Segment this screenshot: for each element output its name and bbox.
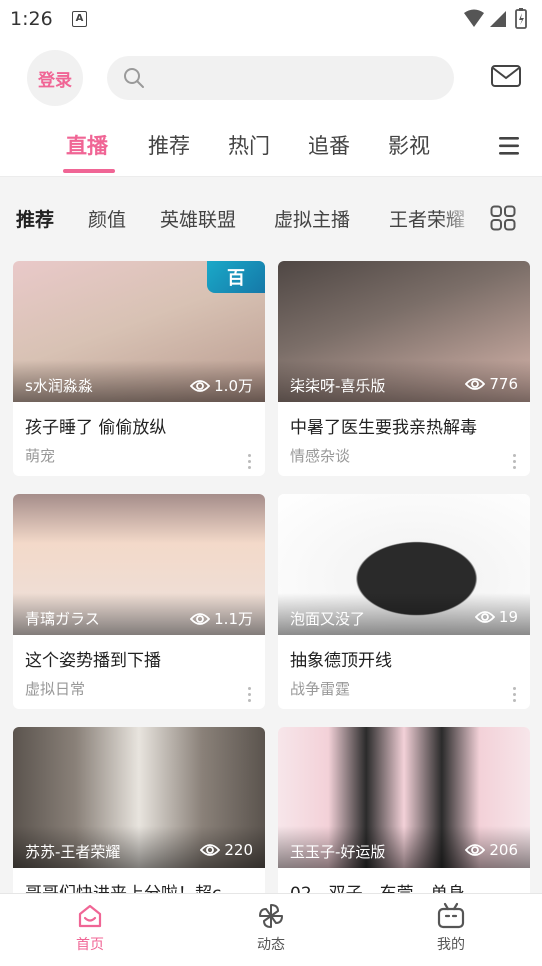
category-looks[interactable]: 颜值 bbox=[88, 205, 126, 232]
tab-recommend[interactable]: 推荐 bbox=[148, 130, 190, 160]
viewer-count-value: 206 bbox=[489, 841, 518, 859]
viewer-count: 1.0万 bbox=[190, 375, 253, 396]
top-bar: 登录 bbox=[0, 40, 542, 120]
viewer-count: 1.1万 bbox=[190, 608, 253, 629]
search-icon bbox=[123, 67, 145, 93]
grid-icon[interactable] bbox=[490, 205, 516, 235]
stream-card[interactable]: 泡面又没了 19 抽象德顶开线 战争雷霆 bbox=[278, 494, 530, 709]
viewer-count-value: 1.1万 bbox=[214, 610, 253, 628]
viewer-count-value: 220 bbox=[224, 841, 253, 859]
eye-icon bbox=[190, 379, 211, 392]
stream-category: 萌宠 bbox=[25, 447, 56, 465]
streamer-name: 青璃ガラス bbox=[25, 610, 100, 628]
category-recommend[interactable]: 推荐 bbox=[16, 205, 54, 232]
stream-card[interactable]: 青璃ガラス 1.1万 这个姿势播到下播 虚拟日常 bbox=[13, 494, 265, 709]
eye-icon bbox=[465, 378, 486, 390]
viewer-count-value: 776 bbox=[489, 375, 518, 393]
stream-category: 虚拟日常 bbox=[25, 680, 86, 698]
eye-icon bbox=[465, 844, 486, 856]
nav-home-label: 首页 bbox=[76, 937, 104, 953]
status-time: 1:26 bbox=[10, 8, 53, 30]
stream-card[interactable]: 百 s水润淼淼 1.0万 孩子睡了 偷偷放纵 萌宠 bbox=[13, 261, 265, 476]
category-vtuber[interactable]: 虚拟主播 bbox=[274, 205, 350, 232]
stream-title: 孩子睡了 偷偷放纵 bbox=[25, 418, 167, 438]
platform-badge: 百 bbox=[207, 261, 265, 293]
stream-title: 中暑了医生要我亲热解毒 bbox=[290, 418, 477, 438]
eye-icon bbox=[474, 611, 495, 623]
stream-title: 这个姿势播到下播 bbox=[25, 651, 161, 671]
mail-icon[interactable] bbox=[490, 64, 522, 92]
viewer-count: 776 bbox=[465, 375, 518, 393]
viewer-count: 220 bbox=[200, 841, 253, 859]
nav-feed[interactable]: 动态 bbox=[231, 902, 311, 954]
streamer-name: 柒柒呀-喜乐版 bbox=[290, 377, 386, 395]
stream-category: 战争雷霆 bbox=[290, 680, 351, 698]
stream-card[interactable]: 柒柒呀-喜乐版 776 中暑了医生要我亲热解毒 情感杂谈 bbox=[278, 261, 530, 476]
more-options-icon[interactable] bbox=[513, 687, 516, 705]
login-label: 登录 bbox=[38, 70, 72, 91]
tv-face-icon bbox=[437, 902, 465, 929]
viewer-count-value: 1.0万 bbox=[214, 377, 253, 395]
streamer-name: 泡面又没了 bbox=[290, 610, 366, 628]
nav-feed-label: 动态 bbox=[257, 937, 285, 953]
streamer-name: 苏苏-王者荣耀 bbox=[25, 843, 121, 861]
viewer-count: 206 bbox=[465, 841, 518, 859]
nav-home[interactable]: 首页 bbox=[50, 902, 130, 954]
category-lol[interactable]: 英雄联盟 bbox=[160, 205, 236, 232]
login-button[interactable]: 登录 bbox=[27, 50, 83, 106]
nav-me[interactable]: 我的 bbox=[411, 902, 491, 954]
tab-live[interactable]: 直播 bbox=[66, 130, 108, 160]
bottom-nav: 首页 动态 我的 bbox=[0, 893, 542, 966]
nav-me-label: 我的 bbox=[437, 937, 465, 953]
eye-icon bbox=[190, 612, 211, 625]
more-options-icon[interactable] bbox=[248, 454, 251, 472]
status-icons bbox=[462, 8, 532, 34]
pinwheel-icon bbox=[259, 904, 283, 928]
search-input[interactable] bbox=[107, 56, 454, 100]
tab-anime[interactable]: 追番 bbox=[308, 130, 350, 160]
streamer-name: s水润淼淼 bbox=[25, 377, 93, 395]
viewer-count-value: 19 bbox=[498, 608, 518, 626]
main-tabs: 直播 推荐 热门 追番 影视 bbox=[0, 120, 542, 177]
status-bar: 1:26 A bbox=[0, 0, 542, 40]
streamer-name: 玉玉子-好运版 bbox=[290, 843, 386, 861]
stream-title: 抽象德顶开线 bbox=[290, 651, 392, 671]
tab-film[interactable]: 影视 bbox=[388, 130, 430, 160]
stream-category: 情感杂谈 bbox=[290, 447, 351, 465]
tabs-fade bbox=[440, 197, 480, 237]
more-options-icon[interactable] bbox=[248, 687, 251, 705]
active-tab-indicator bbox=[63, 169, 115, 173]
home-icon bbox=[78, 904, 102, 928]
notification-a-icon: A bbox=[72, 11, 87, 27]
menu-icon[interactable] bbox=[497, 135, 521, 161]
tab-hot[interactable]: 热门 bbox=[228, 130, 270, 160]
eye-icon bbox=[200, 844, 221, 856]
signal-battery-icons bbox=[464, 8, 527, 29]
category-tabs: 推荐 颜值 英雄联盟 虚拟主播 王者荣耀 bbox=[0, 177, 542, 257]
viewer-count: 19 bbox=[474, 608, 518, 626]
more-options-icon[interactable] bbox=[513, 454, 516, 472]
